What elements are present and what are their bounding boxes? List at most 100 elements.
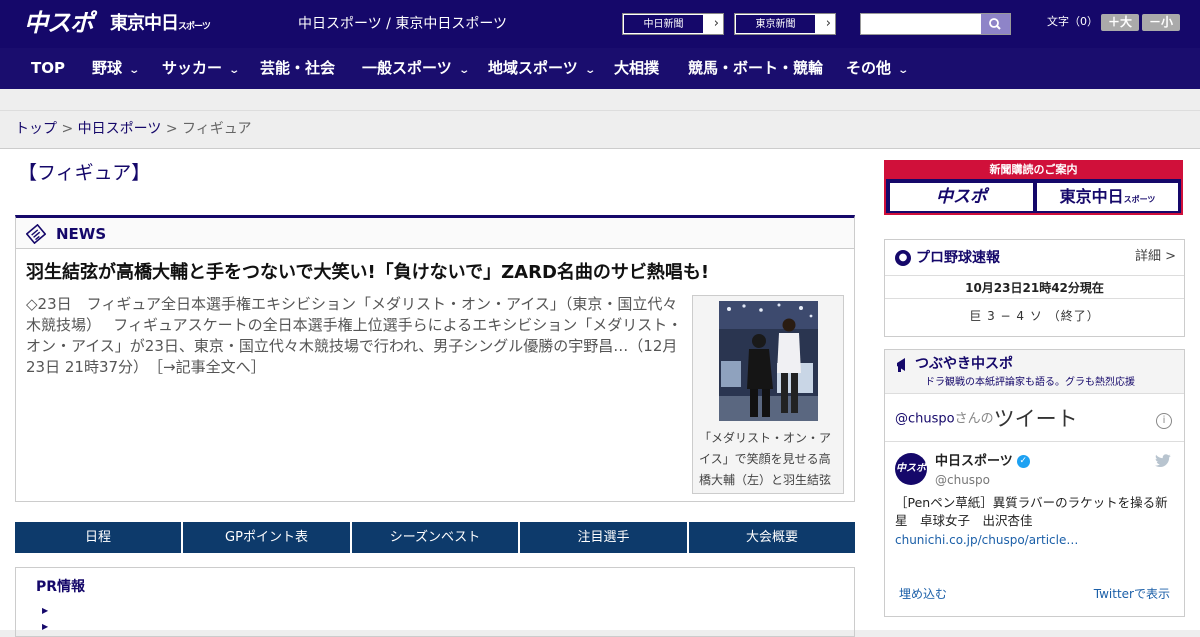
info-icon[interactable]: i (1156, 413, 1172, 429)
subscription-ad-title: 新聞購読のご案内 (886, 160, 1181, 179)
chevron-down-icon: ⌄ (897, 65, 910, 76)
pro-baseball-widget: ● プロ野球速報 詳細 > 10月23日21時42分現在 巨 3 − 4 ソ （… (884, 239, 1185, 337)
divider (885, 441, 1184, 442)
san-text: さんの (954, 411, 994, 427)
news-body[interactable]: ◇23日 フィギュア全日本選手権エキシビション「メダリスト・オン・アイス」（東京… (26, 294, 686, 378)
tab-featured-skaters[interactable]: 注目選手 (520, 522, 687, 553)
nav-label: 野球 (92, 59, 123, 77)
nav-item-entertainment[interactable]: 芸能・社会 (260, 48, 335, 89)
nav-item-soccer[interactable]: サッカー ⌄ (162, 48, 241, 91)
twitter-widget: つぶやき中スポ ドラ観戦の本紙評論家も語る。グラも熱烈応援 @chuspoさんの… (884, 349, 1185, 617)
news-label: NEWS (56, 225, 107, 243)
chevron-down-icon: ⌄ (228, 65, 241, 76)
tweet-user-name[interactable]: 中日スポーツ ✓ (935, 453, 1030, 471)
search-button[interactable] (981, 14, 1010, 34)
twitter-bird-icon[interactable] (1154, 454, 1172, 468)
search-icon (989, 18, 1001, 30)
tokyo-shimbun-label: 東京新聞 (735, 14, 816, 34)
nav-item-top[interactable]: TOP (31, 48, 65, 89)
pr-info-box: PR情報 ▶ ▶ (15, 567, 855, 637)
nav-label: TOP (31, 59, 65, 77)
nav-label: 一般スポーツ (362, 59, 452, 77)
twitter-widget-subtitle: ドラ観戦の本紙評論家も語る。グラも熱烈応援 (925, 377, 1135, 388)
chevron-right-icon: › (825, 16, 831, 31)
chevron-down-icon: ⌄ (584, 65, 596, 76)
tab-event-overview[interactable]: 大会概要 (689, 522, 855, 553)
pro-baseball-title: プロ野球速報 (916, 250, 1000, 266)
twitter-handle-link[interactable]: @chuspo (895, 412, 955, 427)
chevron-right-icon: › (713, 16, 719, 31)
news-header: NEWS (16, 218, 854, 249)
chunichi-shimbun-label: 中日新聞 (623, 14, 704, 34)
tweets-by-line: @chuspoさんのツイート (895, 406, 1078, 433)
twitter-widget-title: つぶやき中スポ (915, 356, 1013, 372)
twitter-widget-header: つぶやき中スポ ドラ観戦の本紙評論家も語る。グラも熱烈応援 (885, 350, 1184, 394)
megaphone-icon (895, 356, 911, 378)
pro-baseball-details-link[interactable]: 詳細 > (1135, 247, 1176, 267)
chuspo-logo[interactable]: 中スポ (24, 8, 94, 38)
nav-label: 芸能・社会 (260, 59, 336, 77)
main-nav: TOP 野球 ⌄ サッカー ⌄ 芸能・社会 一般スポーツ ⌄ 地域スポーツ ⌄ 大相撲 … (0, 48, 1200, 89)
tokyo-shimbun-link[interactable]: 東京新聞 › (734, 13, 836, 35)
tokyo-chunichi-logo[interactable]: 東京中日スポーツ (110, 12, 211, 39)
ad-tokyo-chunichi-logo[interactable]: 東京中日スポーツ (1037, 183, 1178, 211)
nav-label: 競馬・ボート・競輪 (688, 59, 824, 77)
pr-info-title: PR情報 (36, 579, 86, 595)
site-header: 中スポ 東京中日スポーツ 中日スポーツ / 東京中日スポーツ 中日新聞 › 東京… (0, 0, 1200, 48)
tab-schedule[interactable]: 日程 (15, 522, 181, 553)
breadcrumb-current: フィギュア (182, 121, 252, 137)
nav-label: サッカー (162, 59, 223, 77)
ad-chuspo-logo[interactable]: 中スポ (890, 183, 1033, 211)
tweet-link[interactable]: chunichi.co.jp/chuspo/article… (895, 532, 1078, 548)
nav-item-sumo[interactable]: 大相撲 (614, 48, 659, 89)
chevron-down-icon: ⌄ (128, 65, 141, 76)
nav-item-racing[interactable]: 競馬・ボート・競輪 (688, 48, 823, 89)
tab-season-best[interactable]: シーズンベスト (352, 522, 518, 553)
chevron-down-icon: ⌄ (458, 65, 470, 76)
breadcrumb-sep: > (57, 121, 78, 137)
embed-link[interactable]: 埋め込む (899, 586, 947, 602)
search-input[interactable] (860, 13, 1011, 35)
chunichi-shimbun-link[interactable]: 中日新聞 › (622, 13, 724, 35)
skaters-photo (719, 301, 818, 421)
page-title: 【フィギュア】 (18, 162, 151, 184)
verified-icon: ✓ (1016, 455, 1030, 468)
newspaper-icon (26, 224, 46, 244)
news-photo[interactable] (719, 301, 818, 421)
nav-label: その他 (846, 59, 892, 77)
nav-item-baseball[interactable]: 野球 ⌄ (92, 48, 141, 91)
view-on-twitter-link[interactable]: Twitterで表示 (1094, 586, 1170, 602)
tab-gp-points[interactable]: GPポイント表 (183, 522, 350, 553)
user-name-text: 中日スポーツ (935, 454, 1013, 469)
tweet-user-handle[interactable]: @chuspo (935, 472, 990, 488)
font-size-decrease-button[interactable]: －小 (1142, 14, 1180, 31)
avatar[interactable]: 中スポ (895, 453, 927, 485)
figure-skating-tabs: 日程 GPポイント表 シーズンベスト 注目選手 大会概要 (15, 522, 855, 553)
nav-item-general-sports[interactable]: 一般スポーツ ⌄ (362, 48, 470, 91)
main-content: 【フィギュア】 NEWS 羽生結弦が高橋大輔と手をつないで大笑い!「負けないで」… (0, 149, 1200, 637)
subscription-ad[interactable]: 新聞購読のご案内 中スポ 東京中日スポーツ (884, 160, 1183, 215)
baseball-icon: ● (895, 250, 911, 266)
font-size-increase-button[interactable]: ＋大 (1101, 14, 1139, 31)
logo-sub-small: スポーツ (178, 22, 211, 32)
ad-logo2-text: 東京中日 (1059, 187, 1124, 206)
nav-item-other[interactable]: その他 ⌄ (846, 48, 910, 91)
breadcrumb-top[interactable]: トップ (15, 121, 57, 137)
nav-label: 大相撲 (614, 59, 660, 77)
news-box: NEWS 羽生結弦が高橋大輔と手をつないで大笑い!「負けないで」ZARD名曲のサ… (15, 215, 855, 502)
triangle-right-icon: ▶ (42, 606, 49, 615)
font-size-label: 文字（0） (1047, 15, 1098, 28)
breadcrumb-chuspo[interactable]: 中日スポーツ (78, 121, 162, 137)
breadcrumb-sep: > (161, 121, 183, 137)
pro-baseball-time: 10月23日21時42分現在 (885, 275, 1184, 299)
nav-item-local-sports[interactable]: 地域スポーツ ⌄ (488, 48, 596, 91)
pro-baseball-score[interactable]: 巨 3 − 4 ソ （終了） (885, 306, 1184, 326)
sub-nav-strip (0, 89, 1200, 111)
breadcrumb: トップ > 中日スポーツ > フィギュア (0, 111, 1200, 149)
photo-caption: 「メダリスト・オン・アイス」で笑顔を見せる高橋大輔（左）と羽生結弦 (699, 431, 832, 487)
site-tagline: 中日スポーツ / 東京中日スポーツ (298, 16, 508, 32)
news-figure: 「メダリスト・オン・アイス」で笑顔を見せる高橋大輔（左）と羽生結弦 (692, 295, 844, 494)
logo-sub-text: 東京中日 (110, 13, 179, 34)
tweet-text[interactable]: ［Penペン草紙］異質ラバーのラケットを操る新星 卓球女子 出沢杏佳 (895, 494, 1175, 530)
news-headline[interactable]: 羽生結弦が高橋大輔と手をつないで大笑い!「負けないで」ZARD名曲のサビ熱唱も! (26, 261, 709, 285)
